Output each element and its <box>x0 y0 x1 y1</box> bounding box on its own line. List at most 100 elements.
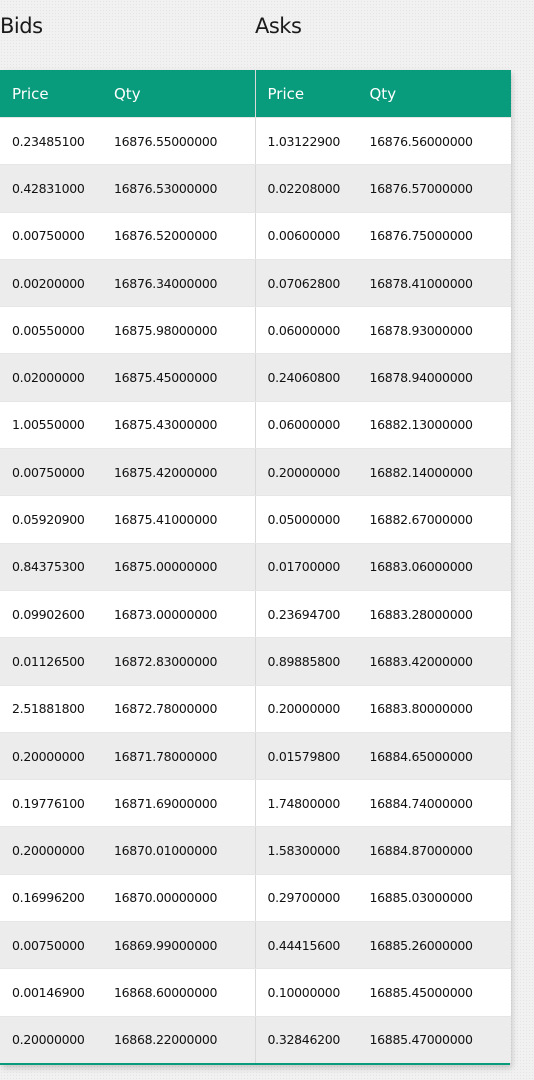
order-book-container: Price Qty 0.23485100 16876.55000000 0.4283… <box>0 70 511 1065</box>
bids-price-cell: 2.51881800 <box>0 684 114 733</box>
asks-price-cell: 0.44415600 <box>255 921 370 969</box>
asks-price-cell: 0.06000000 <box>255 400 370 449</box>
bids-qty-cell: 16870.00000000 <box>114 873 255 922</box>
bids-price-cell: 0.00200000 <box>0 258 114 307</box>
bids-qty-cell: 16875.00000000 <box>114 542 255 591</box>
bids-qty-cell: 16872.83000000 <box>114 637 255 686</box>
asks-table-row: 0.29700000 16885.03000000 <box>255 873 511 922</box>
bids-qty-cell: 16872.78000000 <box>114 684 255 733</box>
asks-table-row: 0.07062800 16878.41000000 <box>255 258 511 307</box>
bids-price-cell: 1.00550000 <box>0 400 114 449</box>
bids-table-row: 0.20000000 16871.78000000 <box>0 731 255 780</box>
bids-table-row: 0.00550000 16875.98000000 <box>0 306 255 354</box>
bids-table-row: 0.05920900 16875.41000000 <box>0 495 255 544</box>
asks-table-row: 0.24060800 16878.94000000 <box>255 353 511 402</box>
asks-table-row: 0.44415600 16885.26000000 <box>255 921 511 969</box>
bids-table-row: 0.00750000 16875.42000000 <box>0 448 255 496</box>
bids-qty-cell: 16875.98000000 <box>114 306 255 354</box>
bids-qty-cell: 16875.42000000 <box>114 448 255 496</box>
asks-qty-header: Qty <box>369 70 511 118</box>
asks-table-row: 0.01700000 16883.06000000 <box>255 542 511 591</box>
bids-qty-cell: 16868.22000000 <box>114 1015 255 1063</box>
bids-table-row: 0.09902600 16873.00000000 <box>0 589 255 638</box>
asks-qty-cell: 16878.41000000 <box>369 258 511 307</box>
bids-qty-header: Qty <box>114 70 255 118</box>
bids-qty-cell: 16876.52000000 <box>114 211 255 260</box>
bids-price-cell: 0.20000000 <box>0 1015 114 1063</box>
bids-qty-cell: 16871.78000000 <box>114 731 255 780</box>
asks-price-cell: 1.03122900 <box>255 116 370 165</box>
asks-qty-cell: 16876.57000000 <box>369 164 511 213</box>
bids-price-cell: 0.20000000 <box>0 826 114 875</box>
bids-qty-cell: 16869.99000000 <box>114 921 255 969</box>
asks-table-row: 0.01579800 16884.65000000 <box>255 731 511 780</box>
bids-table-row: 0.20000000 16868.22000000 <box>0 1015 255 1063</box>
bids-table-row: 0.19776100 16871.69000000 <box>0 779 255 827</box>
bids-price-cell: 0.16996200 <box>0 873 114 922</box>
asks-price-cell: 0.89885800 <box>255 637 370 686</box>
asks-table-row: 0.00600000 16876.75000000 <box>255 211 511 260</box>
bids-price-cell: 0.20000000 <box>0 731 114 780</box>
asks-qty-cell: 16885.47000000 <box>369 1015 511 1063</box>
bids-qty-cell: 16875.43000000 <box>114 400 255 449</box>
asks-qty-cell: 16878.93000000 <box>369 306 511 354</box>
asks-price-header: Price <box>255 70 370 118</box>
bids-table-row: 2.51881800 16872.78000000 <box>0 684 255 733</box>
asks-qty-cell: 16884.87000000 <box>369 826 511 875</box>
bids-table-row: 0.00750000 16876.52000000 <box>0 211 255 260</box>
bids-qty-cell: 16868.60000000 <box>114 968 255 1017</box>
bids-qty-cell: 16871.69000000 <box>114 779 255 827</box>
bids-price-cell: 0.23485100 <box>0 116 114 165</box>
bids-price-cell: 0.00750000 <box>0 211 114 260</box>
asks-price-cell: 0.01579800 <box>255 731 370 780</box>
bids-qty-cell: 16876.55000000 <box>114 116 255 165</box>
asks-title: Asks <box>255 14 302 38</box>
asks-table-row: 0.20000000 16883.80000000 <box>255 684 511 733</box>
bids-price-cell: 0.00750000 <box>0 921 114 969</box>
bids-qty-cell: 16870.01000000 <box>114 826 255 875</box>
asks-qty-cell: 16876.75000000 <box>369 211 511 260</box>
asks-table-row: 0.02208000 16876.57000000 <box>255 164 511 213</box>
bids-table-row: 0.02000000 16875.45000000 <box>0 353 255 402</box>
asks-table-row: 1.03122900 16876.56000000 <box>255 116 511 165</box>
bids-price-cell: 0.00750000 <box>0 448 114 496</box>
asks-qty-cell: 16884.65000000 <box>369 731 511 780</box>
bids-price-cell: 0.05920900 <box>0 495 114 544</box>
asks-qty-cell: 16882.14000000 <box>369 448 511 496</box>
asks-table-row: 0.06000000 16882.13000000 <box>255 400 511 449</box>
asks-qty-cell: 16883.80000000 <box>369 684 511 733</box>
bids-table-row: 0.16996200 16870.00000000 <box>0 873 255 922</box>
bids-table-row: 0.84375300 16875.00000000 <box>0 542 255 591</box>
asks-table-row: 1.74800000 16884.74000000 <box>255 779 511 827</box>
asks-price-cell: 1.58300000 <box>255 826 370 875</box>
asks-price-cell: 0.01700000 <box>255 542 370 591</box>
asks-price-cell: 0.00600000 <box>255 211 370 260</box>
bids-table-row: 0.00200000 16876.34000000 <box>0 258 255 307</box>
asks-price-cell: 0.23694700 <box>255 589 370 638</box>
asks-price-cell: 0.20000000 <box>255 448 370 496</box>
asks-table-row: 0.89885800 16883.42000000 <box>255 637 511 686</box>
asks-price-cell: 0.02208000 <box>255 164 370 213</box>
asks-qty-cell: 16878.94000000 <box>369 353 511 402</box>
asks-qty-cell: 16885.45000000 <box>369 968 511 1017</box>
asks-price-cell: 0.07062800 <box>255 258 370 307</box>
bids-header-row: Price Qty <box>0 70 255 118</box>
bids-price-header: Price <box>0 70 114 118</box>
bids-price-cell: 0.42831000 <box>0 164 114 213</box>
bids-table-row: 0.42831000 16876.53000000 <box>0 164 255 213</box>
asks-qty-cell: 16884.74000000 <box>369 779 511 827</box>
bids-table-row: 1.00550000 16875.43000000 <box>0 400 255 449</box>
bids-title: Bids <box>0 14 43 38</box>
asks-table: Price Qty 1.03122900 16876.56000000 0.0220… <box>255 70 511 1063</box>
bids-qty-cell: 16873.00000000 <box>114 589 255 638</box>
asks-qty-cell: 16883.42000000 <box>369 637 511 686</box>
asks-price-cell: 1.74800000 <box>255 779 370 827</box>
bids-price-cell: 0.09902600 <box>0 589 114 638</box>
bids-table-row: 0.23485100 16876.55000000 <box>0 116 255 165</box>
asks-qty-cell: 16883.28000000 <box>369 589 511 638</box>
order-book-page: Bids Asks Price Qty 0.23485100 16876.5500… <box>0 0 534 1080</box>
asks-qty-cell: 16882.67000000 <box>369 495 511 544</box>
asks-price-cell: 0.06000000 <box>255 306 370 354</box>
bids-table-row: 0.01126500 16872.83000000 <box>0 637 255 686</box>
asks-price-cell: 0.32846200 <box>255 1015 370 1063</box>
